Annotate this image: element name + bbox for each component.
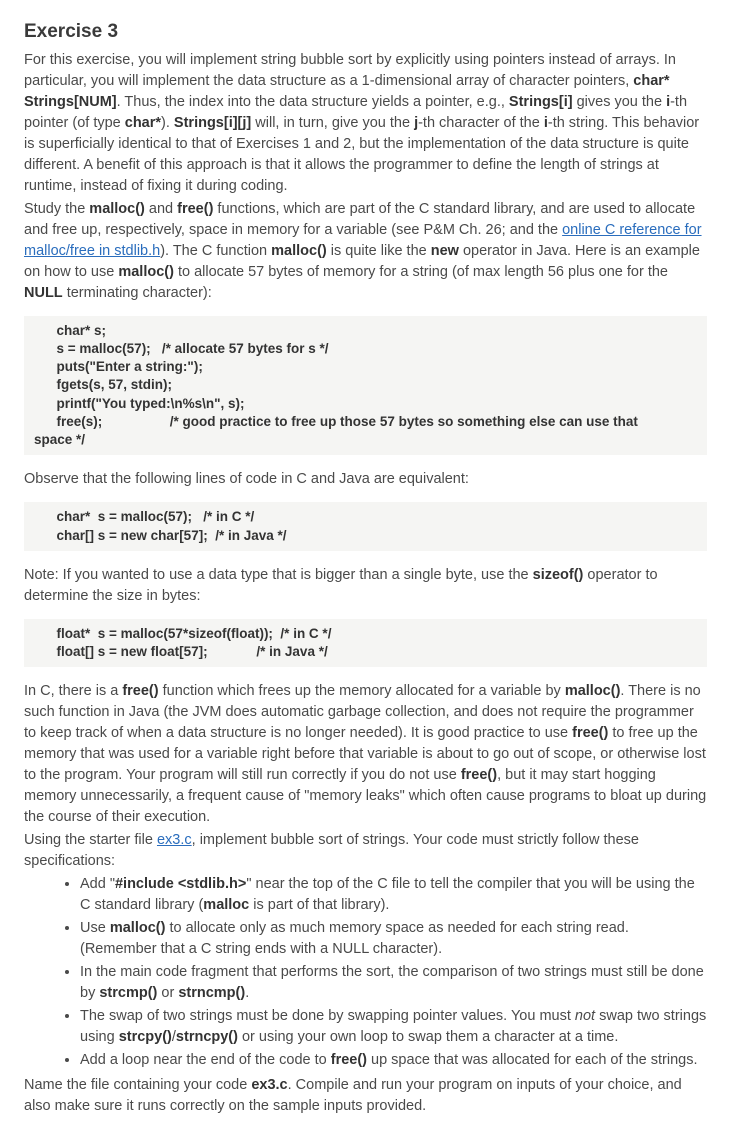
list-item: In the main code fragment that performs … bbox=[80, 962, 707, 1004]
code-inline: malloc() bbox=[89, 201, 145, 217]
text: ). bbox=[161, 115, 174, 131]
text: The swap of two strings must be done by … bbox=[80, 1008, 575, 1024]
text: Add " bbox=[80, 876, 115, 892]
code-inline: malloc() bbox=[118, 264, 174, 280]
text: is part of that library). bbox=[249, 897, 389, 913]
code-block-2: char* s = malloc(57); /* in C */ char[] … bbox=[24, 502, 707, 550]
text: Using the starter file bbox=[24, 832, 157, 848]
code-inline: free() bbox=[461, 767, 497, 783]
text: function which frees up the memory alloc… bbox=[159, 683, 565, 699]
code-inline: free() bbox=[177, 201, 213, 217]
code-inline: strcmp() bbox=[99, 985, 157, 1001]
text: terminating character): bbox=[63, 285, 212, 301]
text: will, in turn, give you the bbox=[251, 115, 414, 131]
code-inline: sizeof() bbox=[533, 567, 584, 583]
text: Name the file containing your code bbox=[24, 1077, 251, 1093]
text: . bbox=[245, 985, 249, 1001]
code-inline: NULL bbox=[24, 285, 63, 301]
text: or using your own loop to swap them a ch… bbox=[238, 1029, 618, 1045]
list-item: Use malloc() to allocate only as much me… bbox=[80, 918, 707, 960]
code-inline: strcpy() bbox=[119, 1029, 172, 1045]
observe-paragraph: Observe that the following lines of code… bbox=[24, 469, 707, 490]
text: to allocate 57 bytes of memory for a str… bbox=[174, 264, 668, 280]
emphasis: not bbox=[575, 1008, 595, 1024]
intro-paragraph: For this exercise, you will implement st… bbox=[24, 50, 707, 197]
starter-file-link[interactable]: ex3.c bbox=[157, 832, 192, 848]
text: For this exercise, you will implement st… bbox=[24, 52, 676, 89]
code-inline: new bbox=[431, 243, 459, 259]
list-item: Add "#include <stdlib.h>" near the top o… bbox=[80, 874, 707, 916]
free-paragraph: In C, there is a free() function which f… bbox=[24, 681, 707, 828]
code-inline: Strings[i][j] bbox=[174, 115, 251, 131]
code-inline: free() bbox=[572, 725, 608, 741]
code-inline: free() bbox=[331, 1052, 367, 1068]
starter-paragraph: Using the starter file ex3.c, implement … bbox=[24, 830, 707, 872]
text: Study the bbox=[24, 201, 89, 217]
text: or bbox=[157, 985, 178, 1001]
code-inline: strncmp() bbox=[178, 985, 245, 1001]
list-item: Add a loop near the end of the code to f… bbox=[80, 1050, 707, 1071]
code-block-3: float* s = malloc(57*sizeof(float)); /* … bbox=[24, 619, 707, 667]
code-inline: ex3.c bbox=[251, 1077, 287, 1093]
text: ). The C function bbox=[160, 243, 271, 259]
code-inline: malloc() bbox=[565, 683, 621, 699]
code-inline: char* bbox=[125, 115, 161, 131]
malloc-paragraph: Study the malloc() and free() functions,… bbox=[24, 199, 707, 304]
text: is quite like the bbox=[327, 243, 431, 259]
text: . Thus, the index into the data structur… bbox=[117, 94, 509, 110]
code-inline: malloc() bbox=[110, 920, 166, 936]
exercise-title: Exercise 3 bbox=[24, 18, 707, 46]
text: Note: If you wanted to use a data type t… bbox=[24, 567, 533, 583]
list-item: The swap of two strings must be done by … bbox=[80, 1006, 707, 1048]
text: Add a loop near the end of the code to bbox=[80, 1052, 331, 1068]
closing-paragraph: Name the file containing your code ex3.c… bbox=[24, 1075, 707, 1117]
code-block-1: char* s; s = malloc(57); /* allocate 57 … bbox=[24, 316, 707, 456]
code-inline: Strings[i] bbox=[509, 94, 573, 110]
text: and bbox=[145, 201, 177, 217]
text: gives you the bbox=[573, 94, 667, 110]
code-inline: #include <stdlib.h> bbox=[115, 876, 246, 892]
code-inline: malloc bbox=[203, 897, 249, 913]
text: In C, there is a bbox=[24, 683, 122, 699]
text: -th character of the bbox=[418, 115, 544, 131]
spec-list: Add "#include <stdlib.h>" near the top o… bbox=[24, 874, 707, 1071]
note-paragraph: Note: If you wanted to use a data type t… bbox=[24, 565, 707, 607]
text: Use bbox=[80, 920, 110, 936]
code-inline: free() bbox=[122, 683, 158, 699]
text: up space that was allocated for each of … bbox=[367, 1052, 697, 1068]
code-inline: strncpy() bbox=[176, 1029, 238, 1045]
code-inline: malloc() bbox=[271, 243, 327, 259]
